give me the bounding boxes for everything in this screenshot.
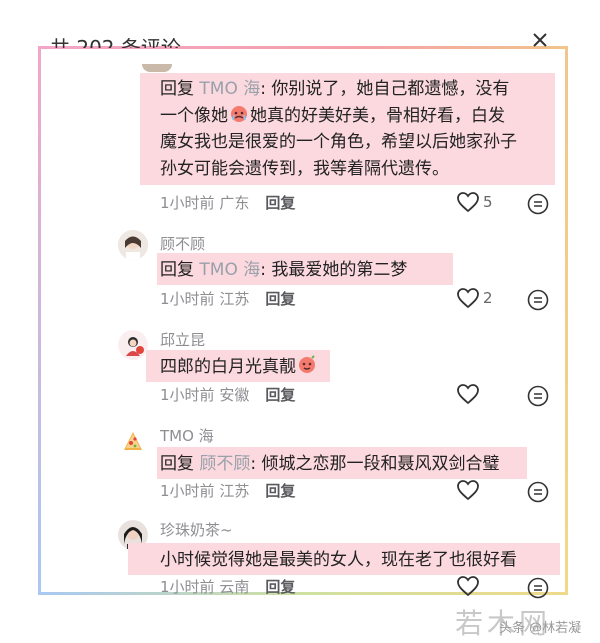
emoji-face-icon xyxy=(296,355,318,373)
reply-to-name[interactable]: 顾不顾 xyxy=(199,454,250,474)
reply-button[interactable]: 回复 xyxy=(265,578,295,596)
comment-text-3: 四郎的白月光真靓 xyxy=(160,354,318,381)
comment-text-4: 回复 顾不顾: 倾城之恋那一段和聂风双剑合璧 xyxy=(160,454,500,474)
reply-keyword: 回复 xyxy=(160,79,194,99)
like-button[interactable] xyxy=(456,479,480,501)
reply-button[interactable]: 回复 xyxy=(265,194,295,212)
like-count: 2 xyxy=(483,289,493,307)
crying-face-emoji-icon xyxy=(228,104,250,122)
reply-button[interactable]: 回复 xyxy=(265,386,295,404)
reply-button[interactable]: 回复 xyxy=(265,482,295,500)
username[interactable]: 顾不顾 xyxy=(160,233,205,254)
like-count: 5 xyxy=(483,193,493,211)
comment-count-header: 共 202 条评论 xyxy=(50,36,181,48)
heart-icon xyxy=(457,288,479,309)
username[interactable]: 邱立昆 xyxy=(160,329,205,350)
avatar[interactable] xyxy=(118,330,148,360)
avatar[interactable] xyxy=(118,230,148,260)
watermark-credit: 头条 @林若凝 xyxy=(499,621,582,636)
comment-text-5: 小时候觉得她是最美的女人，现在老了也很好看 xyxy=(160,550,517,570)
frame-bottom-border xyxy=(38,592,568,595)
more-options-icon[interactable] xyxy=(527,385,549,407)
comment-meta-4: 1小时前 江苏 回复 xyxy=(160,482,296,500)
comment-text-1: 回复 TMO 海: 你别说了，她自己都遗憾，没有 一个像她 她真的好美好美，骨相… xyxy=(160,79,517,179)
frame-left-border xyxy=(38,46,41,594)
reply-to-name[interactable]: TMO 海 xyxy=(199,79,260,99)
username[interactable]: 珍珠奶茶~ xyxy=(160,519,233,540)
comment-meta-2: 1小时前 江苏 回复 xyxy=(160,290,296,308)
watermark: 若木网 头条 @林若凝 xyxy=(455,602,595,640)
heart-icon xyxy=(457,480,479,501)
frame-right-border xyxy=(565,46,568,594)
avatar[interactable] xyxy=(142,64,172,72)
heart-icon xyxy=(457,576,479,597)
heart-icon xyxy=(457,384,479,405)
close-icon[interactable] xyxy=(532,32,548,48)
like-button[interactable] xyxy=(456,383,480,405)
like-button[interactable]: 2 xyxy=(456,287,493,309)
like-button[interactable]: 5 xyxy=(456,191,493,213)
username[interactable]: TMO 海 xyxy=(160,425,214,446)
more-options-icon[interactable] xyxy=(527,193,549,215)
avatar[interactable] xyxy=(118,426,148,456)
reply-to-name[interactable]: TMO 海 xyxy=(199,260,260,280)
like-button[interactable] xyxy=(456,575,480,597)
comment-text-2: 回复 TMO 海: 我最爱她的第二梦 xyxy=(160,260,408,280)
more-options-icon[interactable] xyxy=(527,289,549,311)
comment-meta-1: 1小时前 广东 回复 xyxy=(160,194,296,212)
comment-meta-5: 1小时前 云南 回复 xyxy=(160,578,296,596)
comment-meta-3: 1小时前 安徽 回复 xyxy=(160,386,296,404)
more-options-icon[interactable] xyxy=(527,481,549,503)
more-options-icon[interactable] xyxy=(527,577,549,599)
reply-button[interactable]: 回复 xyxy=(265,290,295,308)
heart-icon xyxy=(457,192,479,213)
